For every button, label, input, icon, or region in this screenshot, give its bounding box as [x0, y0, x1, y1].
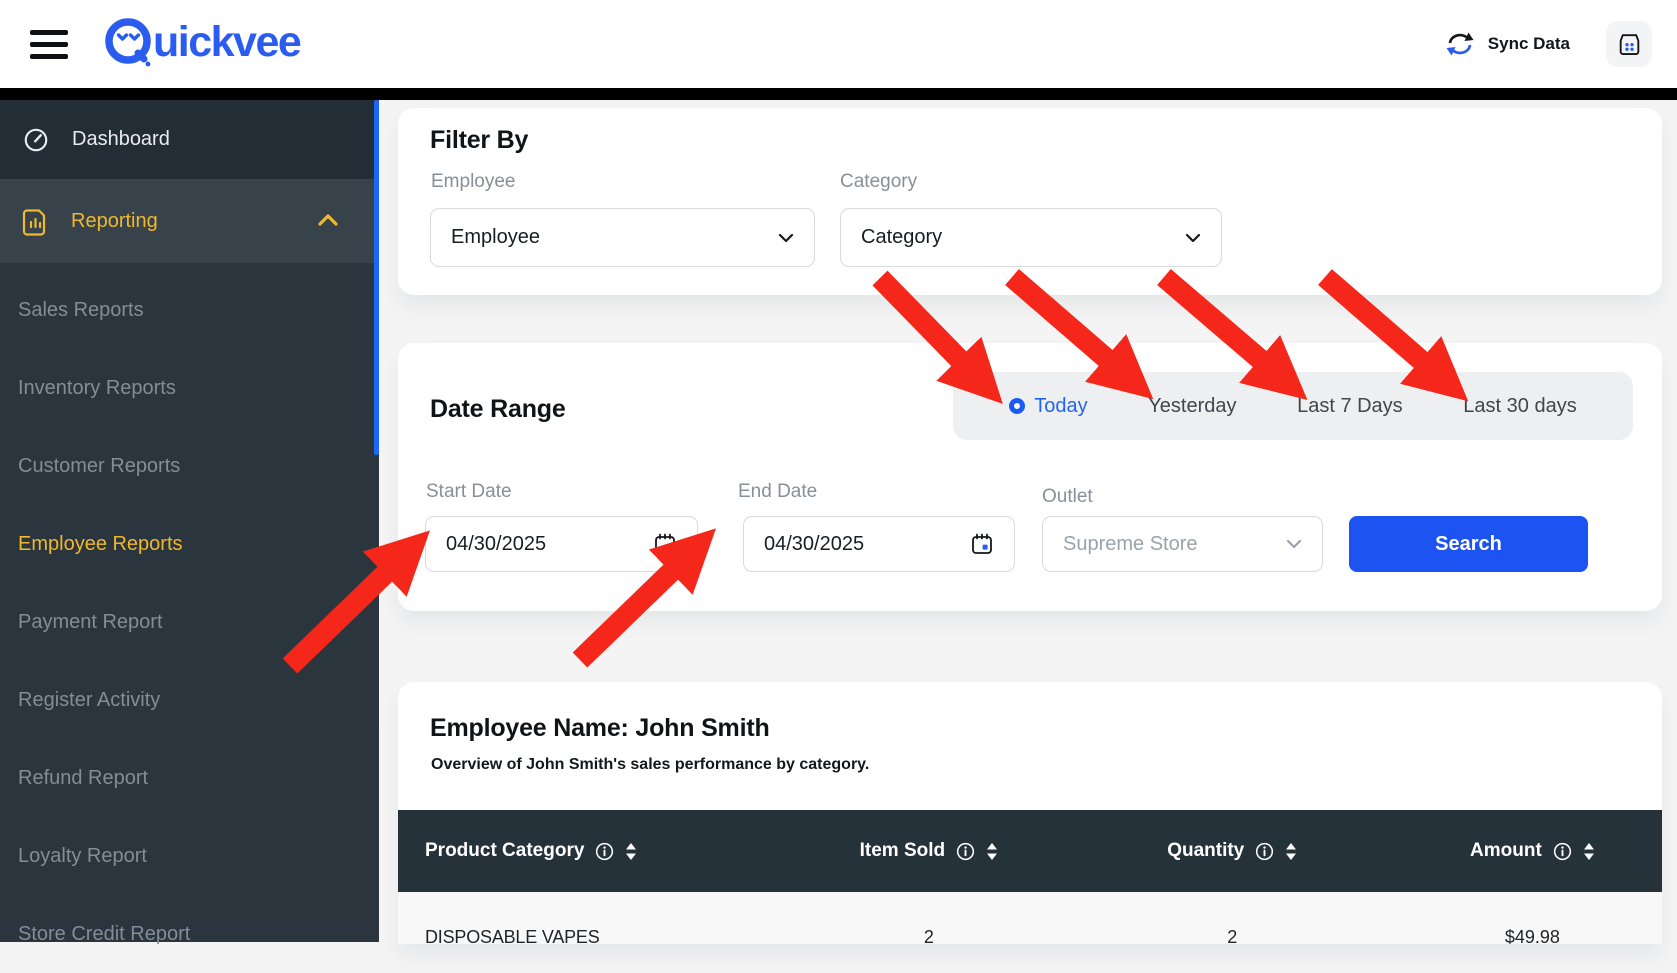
quick-option-yesterday[interactable]: Yesterday [1148, 395, 1236, 418]
quick-option-label: Today [1034, 395, 1087, 418]
employee-report-subtitle: Overview of John Smith's sales performan… [431, 756, 869, 774]
quick-option-last-7-days[interactable]: Last 7 Days [1297, 395, 1403, 418]
sort-icon[interactable] [1583, 843, 1595, 860]
sidebar-item-sales-reports[interactable]: Sales Reports [0, 271, 379, 349]
end-date-label: End Date [738, 481, 817, 503]
header-divider [0, 88, 1677, 100]
sidebar-item-dashboard[interactable]: Dashboard [0, 100, 379, 180]
calendar-icon[interactable] [970, 532, 994, 556]
start-date-value: 04/30/2025 [446, 533, 546, 556]
sidebar-item-label: Dashboard [72, 128, 170, 151]
sync-data-label: Sync Data [1488, 34, 1570, 54]
sync-data-button[interactable]: Sync Data [1444, 31, 1570, 57]
cell-quantity: 2 [1062, 927, 1403, 945]
logo-text: uickvee [153, 18, 301, 66]
reporting-document-icon [22, 207, 49, 236]
column-label: Amount [1470, 840, 1542, 862]
employee-filter-label: Employee [431, 171, 516, 193]
sort-icon[interactable] [1285, 843, 1297, 860]
column-header-item-sold[interactable]: Item Sold [796, 840, 1061, 862]
end-date-value: 04/30/2025 [764, 533, 864, 556]
info-icon[interactable] [956, 842, 975, 861]
sidebar-item-label: Reporting [71, 210, 158, 233]
sidebar-item-refund-report[interactable]: Refund Report [0, 739, 379, 817]
sort-icon[interactable] [625, 843, 637, 860]
sidebar-item-payment-report[interactable]: Payment Report [0, 583, 379, 661]
column-label: Item Sold [860, 840, 946, 862]
store-icon [1616, 31, 1643, 58]
date-range-card: Date Range Today Yesterday Last 7 Days L… [398, 343, 1662, 611]
date-range-title: Date Range [430, 395, 566, 424]
column-label: Product Category [425, 840, 584, 862]
cell-product-category: DISPOSABLE VAPES [398, 927, 796, 945]
chevron-up-icon [317, 213, 339, 227]
store-selector-button[interactable] [1606, 21, 1652, 67]
table-row[interactable]: DISPOSABLE VAPES 2 2 $49.98 [398, 892, 1662, 944]
outlet-label: Outlet [1042, 486, 1093, 508]
filter-by-title: Filter By [430, 126, 528, 155]
quick-option-today[interactable]: Today [1009, 395, 1087, 418]
sidebar-submenu: Sales Reports Inventory Reports Customer… [0, 263, 379, 973]
top-bar: uickvee Sync Data [0, 0, 1677, 88]
info-icon[interactable] [595, 842, 614, 861]
outlet-select[interactable]: Supreme Store [1042, 516, 1323, 572]
sidebar-item-register-activity[interactable]: Register Activity [0, 661, 379, 739]
radio-selected-icon [1009, 398, 1025, 414]
hamburger-menu-icon[interactable] [30, 25, 70, 63]
chevron-down-icon [1286, 539, 1302, 549]
employee-report-title: Employee Name: John Smith [430, 714, 770, 743]
info-icon[interactable] [1553, 842, 1572, 861]
cell-amount: $49.98 [1403, 927, 1662, 945]
quick-option-last-30-days[interactable]: Last 30 days [1463, 395, 1576, 418]
category-filter-select[interactable]: Category [840, 208, 1222, 267]
category-filter-value: Category [861, 226, 942, 249]
start-date-label: Start Date [426, 481, 512, 503]
dashboard-gauge-icon [22, 126, 50, 154]
sidebar-item-reporting[interactable]: Reporting [0, 180, 379, 263]
column-header-product-category[interactable]: Product Category [398, 840, 796, 862]
sidebar-item-employee-reports[interactable]: Employee Reports [0, 505, 379, 583]
sync-refresh-icon [1444, 31, 1476, 57]
info-icon[interactable] [1255, 842, 1274, 861]
search-button[interactable]: Search [1349, 516, 1588, 572]
start-date-input[interactable]: 04/30/2025 [425, 516, 698, 572]
outlet-value: Supreme Store [1063, 533, 1198, 556]
column-label: Quantity [1167, 840, 1244, 862]
sidebar-scrollbar[interactable] [374, 100, 379, 455]
sidebar-item-inventory-reports[interactable]: Inventory Reports [0, 349, 379, 427]
sidebar-item-loyalty-report[interactable]: Loyalty Report [0, 817, 379, 895]
quickvee-logo: uickvee [103, 14, 318, 75]
column-header-amount[interactable]: Amount [1403, 840, 1662, 862]
filter-by-card: Filter By Employee Employee Category Cat… [398, 108, 1662, 295]
sidebar: Dashboard Reporting Sales Reports Invent… [0, 100, 379, 942]
calendar-icon[interactable] [653, 532, 677, 556]
date-quick-options: Today Yesterday Last 7 Days Last 30 days [953, 372, 1633, 440]
sort-icon[interactable] [986, 843, 998, 860]
report-table-header: Product Category Item Sold Quantity [398, 810, 1662, 892]
cell-item-sold: 2 [796, 927, 1061, 945]
category-filter-label: Category [840, 171, 917, 193]
sidebar-item-customer-reports[interactable]: Customer Reports [0, 427, 379, 505]
column-header-quantity[interactable]: Quantity [1062, 840, 1403, 862]
chevron-down-icon [1185, 233, 1201, 243]
employee-filter-value: Employee [451, 226, 540, 249]
employee-filter-select[interactable]: Employee [430, 208, 815, 267]
sidebar-item-store-credit-report[interactable]: Store Credit Report [0, 895, 379, 973]
employee-report-card: Employee Name: John Smith Overview of Jo… [398, 682, 1662, 944]
chevron-down-icon [778, 233, 794, 243]
end-date-input[interactable]: 04/30/2025 [743, 516, 1015, 572]
